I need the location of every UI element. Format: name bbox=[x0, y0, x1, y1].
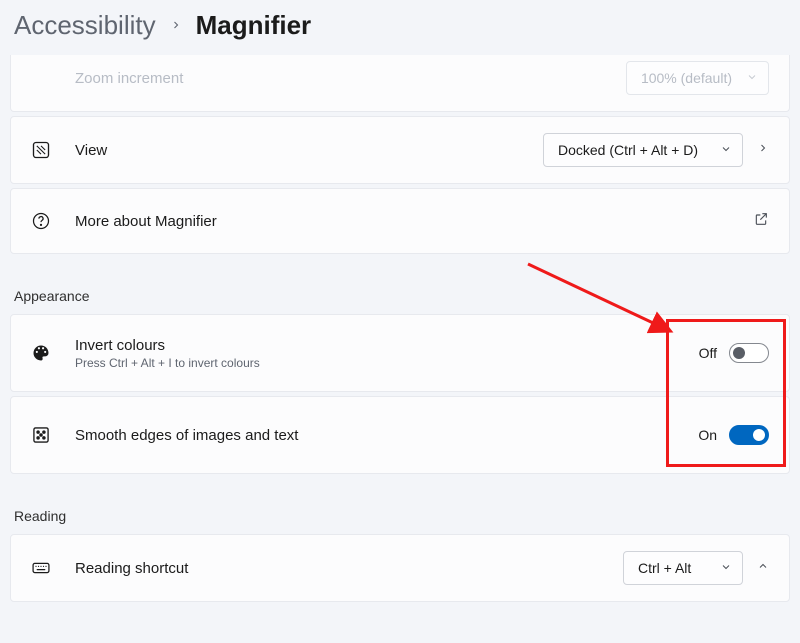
palette-icon bbox=[31, 343, 75, 363]
more-about-label: More about Magnifier bbox=[75, 213, 753, 230]
external-link-icon bbox=[753, 211, 769, 232]
section-appearance: Appearance bbox=[10, 258, 790, 314]
reading-shortcut-select[interactable]: Ctrl + Alt bbox=[623, 551, 743, 585]
view-select[interactable]: Docked (Ctrl + Alt + D) bbox=[543, 133, 743, 167]
view-value: Docked (Ctrl + Alt + D) bbox=[558, 142, 698, 158]
row-more-about-magnifier[interactable]: More about Magnifier bbox=[10, 188, 790, 254]
zoom-increment-value: 100% (default) bbox=[641, 70, 732, 86]
row-zoom-increment[interactable]: Zoom increment 100% (default) bbox=[10, 55, 790, 112]
view-label: View bbox=[75, 142, 543, 159]
invert-colours-state: Off bbox=[699, 345, 717, 361]
keyboard-icon bbox=[31, 558, 75, 578]
smooth-edges-label: Smooth edges of images and text bbox=[75, 427, 698, 444]
chevron-right-icon bbox=[170, 15, 182, 36]
view-icon bbox=[31, 140, 75, 160]
settings-content: Zoom increment 100% (default) View Docke… bbox=[0, 55, 800, 602]
section-reading: Reading bbox=[10, 478, 790, 534]
row-view[interactable]: View Docked (Ctrl + Alt + D) bbox=[10, 116, 790, 184]
row-invert-colours: Invert colours Press Ctrl + Alt + I to i… bbox=[10, 314, 790, 392]
zoom-increment-select[interactable]: 100% (default) bbox=[626, 61, 769, 95]
invert-colours-label: Invert colours bbox=[75, 337, 699, 354]
chevron-down-icon bbox=[746, 70, 758, 86]
row-reading-shortcut[interactable]: Reading shortcut Ctrl + Alt bbox=[10, 534, 790, 602]
row-smooth-edges: Smooth edges of images and text On bbox=[10, 396, 790, 474]
smooth-edges-state: On bbox=[698, 427, 717, 443]
breadcrumb-parent[interactable]: Accessibility bbox=[14, 10, 156, 41]
invert-colours-toggle[interactable] bbox=[729, 343, 769, 363]
image-icon bbox=[31, 425, 75, 445]
chevron-down-icon bbox=[720, 142, 732, 158]
reading-shortcut-label: Reading shortcut bbox=[75, 560, 623, 577]
breadcrumb-current: Magnifier bbox=[196, 10, 312, 41]
zoom-increment-label: Zoom increment bbox=[75, 70, 626, 87]
invert-colours-subtitle: Press Ctrl + Alt + I to invert colours bbox=[75, 356, 699, 370]
help-icon bbox=[31, 211, 75, 231]
reading-shortcut-value: Ctrl + Alt bbox=[638, 560, 691, 576]
chevron-down-icon bbox=[720, 560, 732, 576]
chevron-right-icon bbox=[757, 141, 769, 159]
smooth-edges-toggle[interactable] bbox=[729, 425, 769, 445]
chevron-up-icon bbox=[757, 559, 769, 577]
breadcrumb: Accessibility Magnifier bbox=[0, 0, 800, 59]
